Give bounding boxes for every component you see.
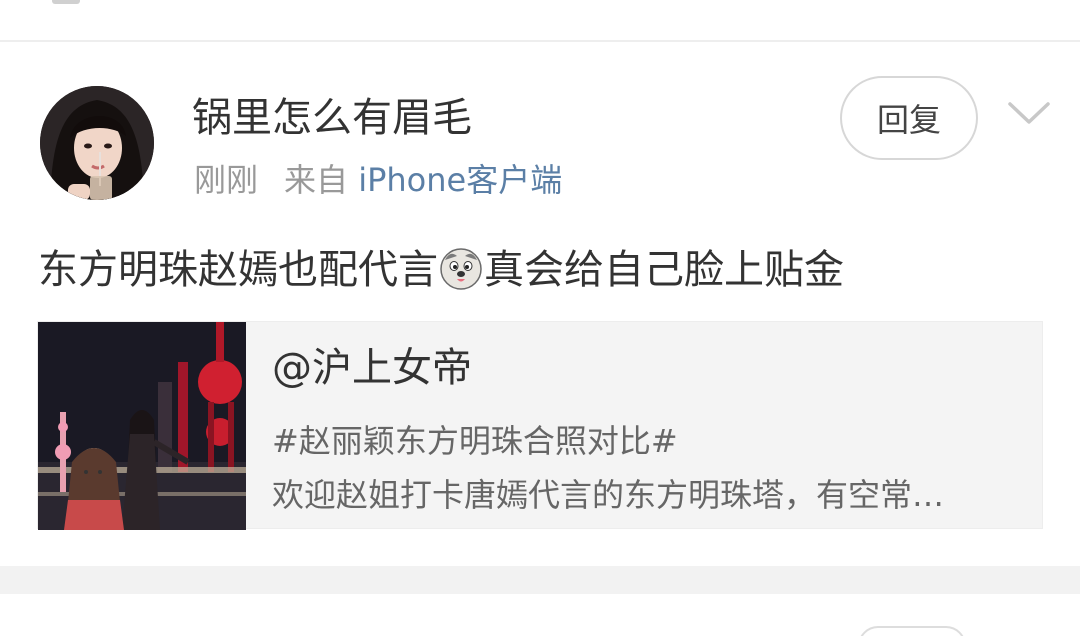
avatar[interactable] [40,86,154,200]
doge-emoji-icon [440,248,482,290]
comment-text-part-2: 真会给自己脸上贴金 [484,247,844,293]
previous-item-edge [52,0,80,4]
comment-text-part-1: 东方明珠赵嫣也配代言 [38,247,438,293]
quoted-post-author[interactable]: @沪上女帝 [272,342,472,394]
source-prefix: 来自 [284,161,349,199]
quoted-post-card[interactable]: @沪上女帝 #赵丽颖东方明珠合照对比# 欢迎赵姐打卡唐嫣代言的东方明珠塔，有空常… [37,321,1043,530]
divider [0,40,1080,42]
quoted-post-description: 欢迎赵姐打卡唐嫣代言的东方明珠塔，有空常… [272,476,945,514]
comment-time: 刚刚 [194,161,259,199]
quoted-post-thumbnail [38,322,246,530]
section-separator [0,566,1080,594]
avatar-image [40,86,154,200]
quoted-post-hashtag[interactable]: #赵丽颖东方明珠合照对比# [272,420,678,462]
comment-text: 东方明珠赵嫣也配代言 真会给自己脸上贴金 [38,244,844,296]
comment-meta: 刚刚 来自 iPhone客户端 [194,158,562,202]
reply-button[interactable]: 回复 [840,76,978,160]
thumbnail-image [38,322,246,530]
chevron-down-icon[interactable] [1006,96,1052,130]
comment-username[interactable]: 锅里怎么有眉毛 [192,92,472,144]
source-device-link[interactable]: iPhone客户端 [358,161,562,199]
next-reply-button-edge[interactable] [858,626,966,636]
